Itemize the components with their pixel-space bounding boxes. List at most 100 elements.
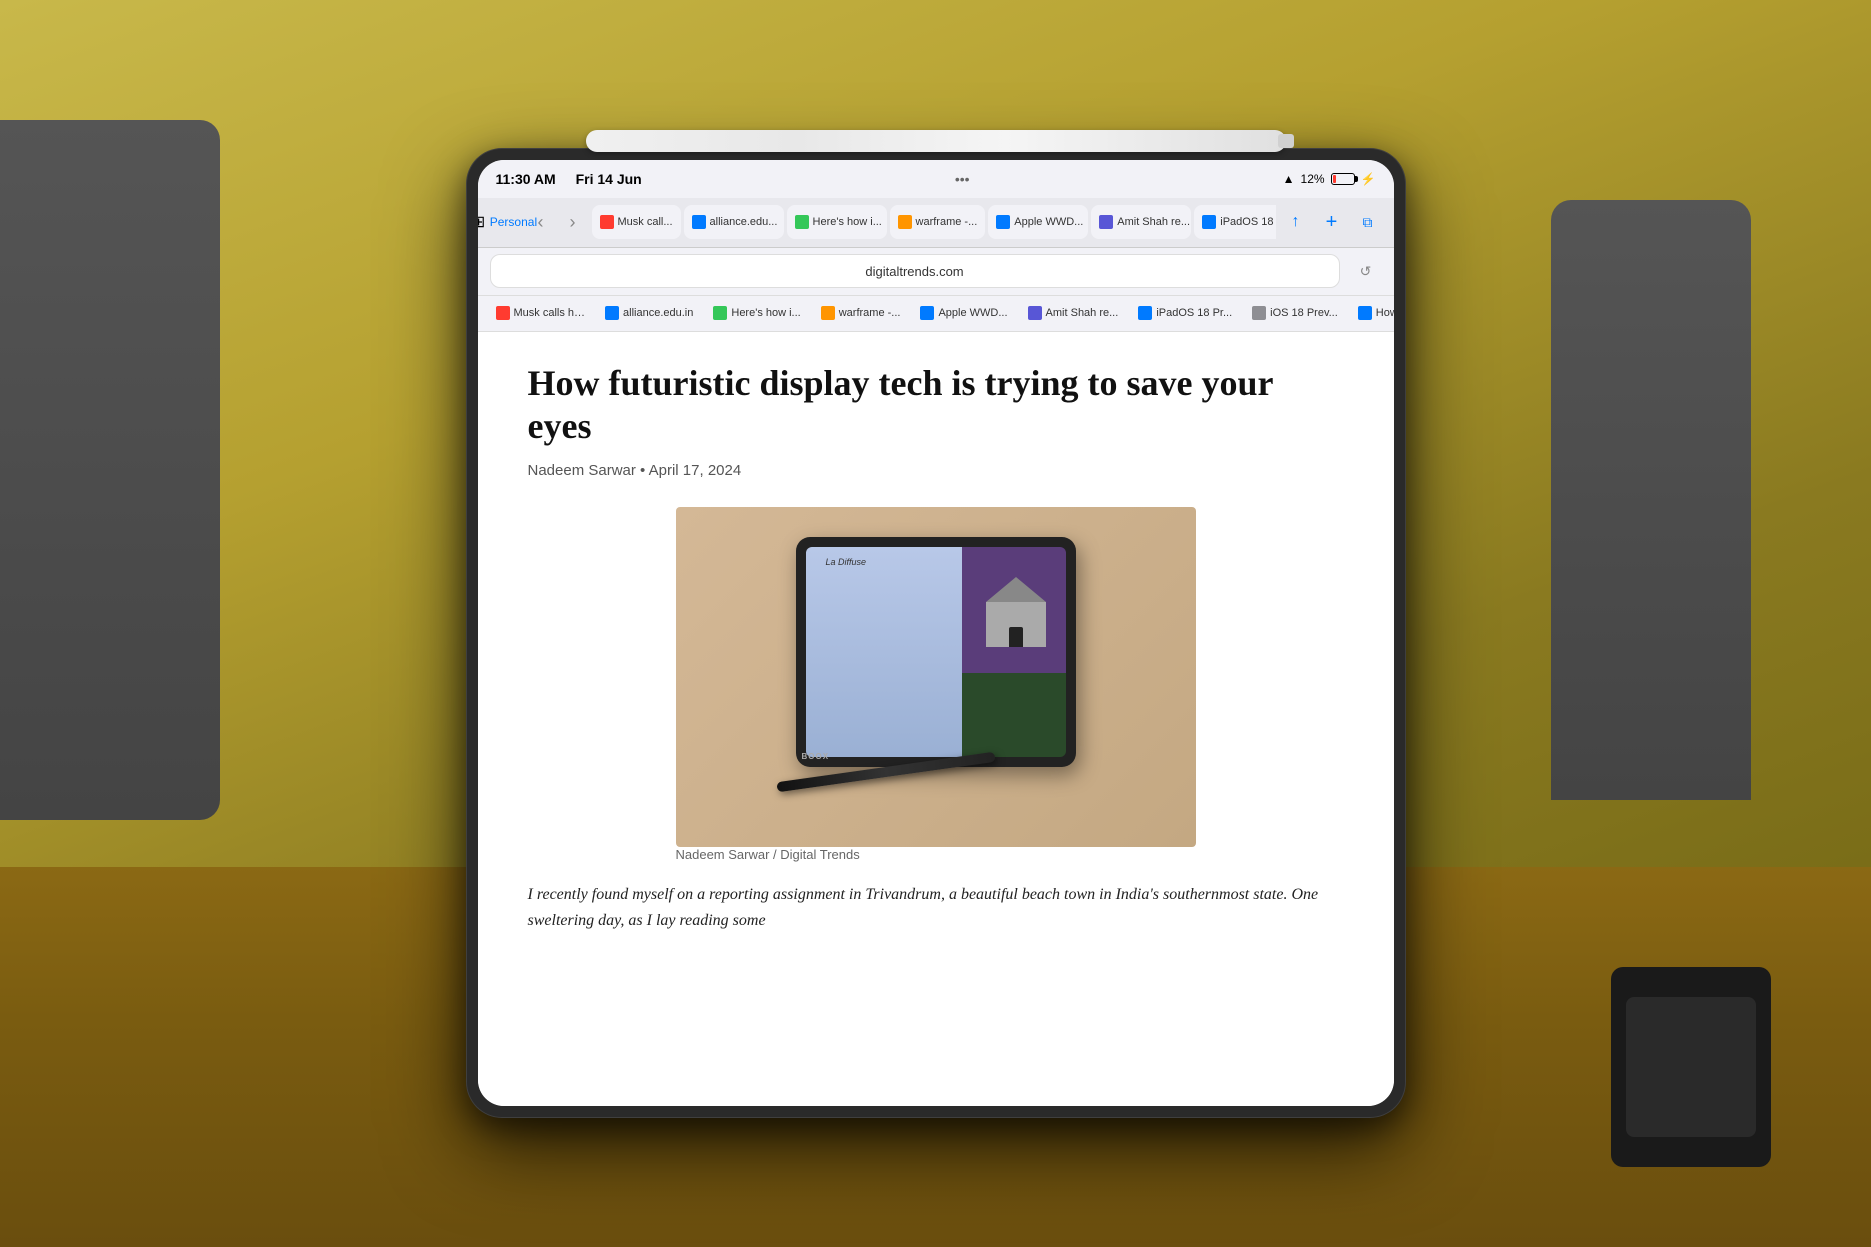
ipad-body: 11:30 AM Fri 14 Jun ••• ▲ 12% ⚡ (466, 148, 1406, 1118)
share-button[interactable]: ↑ (1280, 206, 1312, 238)
apple-pencil (586, 130, 1286, 152)
status-time: 11:30 AM (496, 171, 556, 187)
tab-label: Musk call... (618, 216, 673, 228)
tab-label: iPadOS 18 Pr... (1220, 216, 1275, 228)
back-button[interactable]: ‹ (526, 207, 556, 237)
tab-item-musk[interactable]: Musk call... (592, 205, 681, 239)
tabs-switcher-button[interactable]: ⧉ (1352, 206, 1384, 238)
tab-item-alliance[interactable]: alliance.edu... (684, 205, 784, 239)
ipad-device: 11:30 AM Fri 14 Jun ••• ▲ 12% ⚡ (466, 130, 1406, 1118)
bookmark-favicon-heres (713, 306, 727, 320)
tab-item-apple[interactable]: Apple WWD... (988, 205, 1088, 239)
bookmark-favicon-warframe (821, 306, 835, 320)
sidebar-icon: ⊞ (478, 212, 486, 232)
tab-item-ipados[interactable]: iPadOS 18 Pr... (1194, 205, 1275, 239)
article-image-container: La Diffuse BOOX Nadeem Sarwar / Digital … (676, 507, 1196, 862)
bookmark-favicon-musk (496, 306, 510, 320)
add-tab-icon: + (1326, 211, 1338, 234)
tab-item-amit[interactable]: Amit Shah re... (1091, 205, 1191, 239)
reload-button[interactable]: ↺ (1350, 255, 1382, 287)
bookmark-ipados[interactable]: iPadOS 18 Pr... (1130, 303, 1240, 323)
bookmark-favicon-ios (1252, 306, 1266, 320)
tab-favicon-ipados (1202, 215, 1216, 229)
tablet-screen-text: La Diffuse (826, 557, 867, 567)
bookmark-how-futuristic[interactable]: How futurist... (1350, 303, 1394, 323)
bookmark-label: warframe -... (839, 307, 901, 319)
tablet-house-illustration (986, 577, 1046, 647)
status-date: Fri 14 Jun (576, 171, 642, 187)
tab-favicon-musk (600, 215, 614, 229)
forward-button[interactable]: › (558, 207, 588, 237)
bookmark-favicon-ipados (1138, 306, 1152, 320)
tab-label: Here's how i... (813, 216, 882, 228)
bookmark-label: iOS 18 Prev... (1270, 307, 1338, 319)
battery-icon (1331, 173, 1355, 185)
bookmark-label: Amit Shah re... (1046, 307, 1119, 319)
wifi-icon: ▲ (1283, 172, 1295, 186)
image-caption: Nadeem Sarwar / Digital Trends (676, 847, 1196, 862)
status-dots: ••• (955, 171, 970, 187)
share-icon: ↑ (1292, 213, 1300, 231)
bookmark-alliance[interactable]: alliance.edu.in (597, 303, 701, 323)
status-bar: 11:30 AM Fri 14 Jun ••• ▲ 12% ⚡ (478, 160, 1394, 198)
tab-favicon-alliance (692, 215, 706, 229)
ebook-tablet-screen: La Diffuse (806, 547, 1066, 757)
sidebar-toggle-button[interactable]: ⊞ Personal (488, 205, 522, 239)
bookmark-favicon-apple (920, 306, 934, 320)
bookmark-label: alliance.edu.in (623, 307, 693, 319)
url-bar: digitaltrends.com ↺ (478, 248, 1394, 296)
tab-scroll-area: Musk call... alliance.edu... Here's how … (592, 205, 1276, 239)
bookmark-favicon-amit (1028, 306, 1042, 320)
add-tab-button[interactable]: + (1316, 206, 1348, 238)
house-door (1009, 627, 1023, 647)
tabs-switcher-icon: ⧉ (1363, 214, 1373, 231)
article-title: How futuristic display tech is trying to… (528, 362, 1344, 448)
article-body-content: I recently found myself on a reporting a… (528, 886, 1319, 929)
status-bar-left: 11:30 AM Fri 14 Jun (496, 171, 642, 187)
battery-percentage: 12% (1301, 172, 1325, 186)
tab-favicon-heres (795, 215, 809, 229)
url-text: digitaltrends.com (865, 264, 963, 279)
ipad-screen: 11:30 AM Fri 14 Jun ••• ▲ 12% ⚡ (478, 160, 1394, 1106)
bookmark-apple[interactable]: Apple WWD... (912, 303, 1015, 323)
bookmarks-bar: Musk calls h… alliance.edu.in Here's how… (478, 296, 1394, 332)
device-illustration: La Diffuse BOOX (786, 537, 1086, 797)
house-body (986, 602, 1046, 647)
tablet-screen-green (962, 673, 1066, 757)
tab-label: alliance.edu... (710, 216, 778, 228)
ebook-tablet-body: La Diffuse (796, 537, 1076, 767)
article-image: La Diffuse BOOX (676, 507, 1196, 847)
bookmark-musk[interactable]: Musk calls h… (488, 303, 594, 323)
bookmark-label: Here's how i... (731, 307, 800, 319)
url-input[interactable]: digitaltrends.com (490, 254, 1340, 288)
article-body-text: I recently found myself on a reporting a… (528, 882, 1344, 935)
tab-item-warframe[interactable]: warframe -... (890, 205, 986, 239)
nav-buttons: ‹ › (526, 207, 588, 237)
bookmark-ios[interactable]: iOS 18 Prev... (1244, 303, 1346, 323)
tablet-screen-bg-blue (806, 547, 962, 757)
tablet-screen-purple (962, 547, 1066, 673)
tab-favicon-amit (1099, 215, 1113, 229)
tab-item-heres[interactable]: Here's how i... (787, 205, 887, 239)
bookmark-amit[interactable]: Amit Shah re... (1020, 303, 1127, 323)
tab-label: warframe -... (916, 216, 978, 228)
article-byline: Nadeem Sarwar • April 17, 2024 (528, 462, 1344, 479)
tab-label: Amit Shah re... (1117, 216, 1190, 228)
tab-favicon-warframe (898, 215, 912, 229)
bookmark-label: How futurist... (1376, 307, 1394, 319)
tab-bar: ⊞ Personal ‹ › Musk call... a (478, 198, 1394, 248)
tab-favicon-apple (996, 215, 1010, 229)
boox-label: BOOX (802, 752, 830, 761)
bookmark-heres[interactable]: Here's how i... (705, 303, 808, 323)
bookmark-favicon-futuristic (1358, 306, 1372, 320)
bookmark-label: iPadOS 18 Pr... (1156, 307, 1232, 319)
bookmark-warframe[interactable]: warframe -... (813, 303, 909, 323)
charging-icon: ⚡ (1361, 172, 1376, 186)
bookmark-label: Musk calls h… (514, 307, 586, 319)
bookmark-label: Apple WWD... (938, 307, 1007, 319)
tab-label: Apple WWD... (1014, 216, 1083, 228)
reload-icon: ↺ (1360, 263, 1372, 280)
bookmark-favicon-alliance (605, 306, 619, 320)
house-roof (986, 577, 1046, 602)
web-content-area: How futuristic display tech is trying to… (478, 332, 1394, 1106)
